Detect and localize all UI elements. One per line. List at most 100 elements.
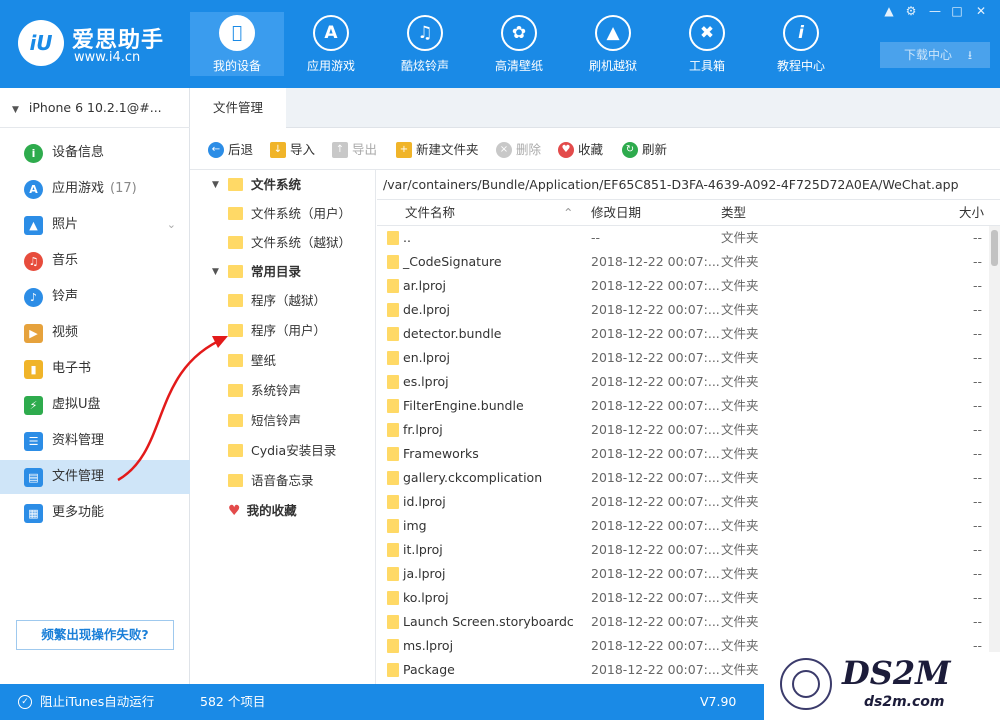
nav-wallpapers[interactable]: ✿ 高清壁纸 — [472, 12, 566, 76]
table-row[interactable]: FilterEngine.bundle 2018-12-22 00:07:... 文… — [377, 394, 989, 418]
export-button[interactable]: ↑ 导出 — [332, 140, 377, 160]
col-size[interactable]: 大小 — [959, 200, 984, 226]
nav-tutorials[interactable]: i 教程中心 — [754, 12, 848, 76]
tree-label: 系统铃声 — [251, 383, 302, 398]
table-row[interactable]: .. -- 文件夹 -- — [377, 226, 989, 250]
device-selector[interactable]: ▼ iPhone 6 10.2.1@#... — [0, 88, 190, 128]
block-itunes-toggle[interactable]: ✓ 阻止iTunes自动运行 — [0, 684, 190, 720]
table-row[interactable]: es.lproj 2018-12-22 00:07:... 文件夹 -- — [377, 370, 989, 394]
new-folder-button[interactable]: + 新建文件夹 — [396, 140, 479, 160]
sidebar-item-music[interactable]: ♫ 音乐 — [0, 244, 190, 278]
table-row[interactable]: detector.bundle 2018-12-22 00:07:... 文件夹 -- — [377, 322, 989, 346]
nav-ringtones[interactable]: ♫ 酷炫铃声 — [378, 12, 472, 76]
col-name[interactable]: 文件名称 — [405, 200, 455, 226]
settings-icon[interactable]: ⚙ — [902, 2, 920, 20]
file-name: id.lproj — [403, 494, 446, 509]
table-row[interactable]: id.lproj 2018-12-22 00:07:... 文件夹 -- — [377, 490, 989, 514]
table-row[interactable]: _CodeSignature 2018-12-22 00:07:... 文件夹 -- — [377, 250, 989, 274]
col-date[interactable]: 修改日期 — [591, 200, 641, 226]
sidebar-item-more[interactable]: ▦ 更多功能 — [0, 496, 190, 530]
contacts-icon: ☰ — [24, 432, 43, 451]
tools-icon: ✖ — [689, 15, 725, 51]
file-size: -- — [973, 542, 983, 557]
sidebar-item-device-info[interactable]: i 设备信息 — [0, 136, 190, 170]
file-name: ms.lproj — [403, 638, 454, 653]
tree-node-fav[interactable]: ♥ 我的收藏 — [228, 496, 297, 526]
path-bar[interactable]: /var/containers/Bundle/Application/EF65C… — [377, 170, 1000, 200]
sidebar-item-ebooks[interactable]: ▮ 电子书 — [0, 352, 190, 386]
chevron-down-icon[interactable]: ⌄ — [167, 208, 176, 242]
file-name: Package — [403, 662, 455, 677]
table-row[interactable]: ja.lproj 2018-12-22 00:07:... 文件夹 -- — [377, 562, 989, 586]
file-size: -- — [973, 494, 983, 509]
nav-my-device[interactable]:  我的设备 — [190, 12, 284, 76]
table-row[interactable]: ko.lproj 2018-12-22 00:07:... 文件夹 -- — [377, 586, 989, 610]
sidebar-item-apps[interactable]: A 应用游戏 (17) — [0, 172, 190, 206]
file-type: 文件夹 — [721, 518, 759, 533]
collapse-arrow-icon[interactable]: ▼ — [212, 257, 219, 287]
table-row[interactable]: img 2018-12-22 00:07:... 文件夹 -- — [377, 514, 989, 538]
tree-node-app-jb[interactable]: 程序（越狱） — [228, 286, 326, 316]
sidebar-item-data[interactable]: ☰ 资料管理 — [0, 424, 190, 458]
table-row[interactable]: de.lproj 2018-12-22 00:07:... 文件夹 -- — [377, 298, 989, 322]
close-icon[interactable]: ✕ — [972, 2, 990, 20]
tree-node-memo[interactable]: 语音备忘录 — [228, 466, 314, 496]
sidebar-item-files[interactable]: ▤ 文件管理 — [0, 460, 190, 494]
back-button[interactable]: ← 后退 — [208, 140, 253, 160]
delete-button[interactable]: × 删除 — [496, 140, 541, 160]
sidebar-item-udisk[interactable]: ⚡ 虚拟U盘 — [0, 388, 190, 422]
sidebar-item-photos[interactable]: ▲ 照片 ⌄ — [0, 208, 190, 242]
table-row[interactable]: Frameworks 2018-12-22 00:07:... 文件夹 -- — [377, 442, 989, 466]
scrollbar[interactable] — [989, 226, 1000, 684]
collapse-arrow-icon[interactable]: ▼ — [212, 170, 219, 200]
bell-icon: ♫ — [407, 15, 443, 51]
tree-node-sms[interactable]: 短信铃声 — [228, 406, 301, 436]
favorite-button[interactable]: ♥ 收藏 — [558, 140, 603, 160]
file-name: es.lproj — [403, 374, 449, 389]
book-icon: ▮ — [24, 360, 43, 379]
download-center-button[interactable]: 下载中心 ⭳ — [880, 42, 990, 68]
delete-label: 删除 — [516, 142, 542, 157]
tree-node-fs[interactable]: ▼ 文件系统 — [212, 170, 301, 200]
tree-node-cydia[interactable]: Cydia安装目录 — [228, 436, 336, 466]
file-date: 2018-12-22 00:07:... — [591, 446, 720, 461]
sidebar-item-videos[interactable]: ▶ 视频 — [0, 316, 190, 350]
sidebar-item-label: 更多功能 — [52, 505, 105, 520]
sort-up-icon: ⌃ — [563, 205, 574, 220]
file-size: -- — [973, 326, 983, 341]
tree-node-app-user[interactable]: 程序（用户） — [228, 316, 326, 346]
refresh-button[interactable]: ↻ 刷新 — [622, 140, 667, 160]
sidebar-item-ringtones[interactable]: ♪ 铃声 — [0, 280, 190, 314]
nav-label: 我的设备 — [212, 59, 261, 73]
tree-node-ringtone[interactable]: 系统铃声 — [228, 376, 301, 406]
file-type: 文件夹 — [721, 446, 759, 461]
nav-toolbox[interactable]: ✖ 工具箱 — [660, 12, 754, 76]
shirt-icon[interactable]: ▲ — [880, 2, 898, 20]
help-button[interactable]: 频繁出现操作失败? — [16, 620, 174, 650]
import-button[interactable]: ↓ 导入 — [270, 140, 315, 160]
table-row[interactable]: gallery.ckcomplication 2018-12-22 00:07:.… — [377, 466, 989, 490]
table-row[interactable]: ar.lproj 2018-12-22 00:07:... 文件夹 -- — [377, 274, 989, 298]
nav-apps-games[interactable]: A 应用游戏 — [284, 12, 378, 76]
folder-icon — [387, 231, 399, 245]
tree-node-fs-user[interactable]: 文件系统（用户） — [228, 199, 351, 229]
tree-node-wallpaper[interactable]: 壁纸 — [228, 346, 276, 376]
file-type: 文件夹 — [721, 614, 759, 629]
tree-label: Cydia安装目录 — [251, 443, 337, 458]
nav-flash-jailbreak[interactable]: ▲ 刷机越狱 — [566, 12, 660, 76]
tree-node-common[interactable]: ▼ 常用目录 — [212, 257, 301, 287]
folder-icon — [228, 384, 243, 397]
table-row[interactable]: en.lproj 2018-12-22 00:07:... 文件夹 -- — [377, 346, 989, 370]
music-icon: ♫ — [24, 252, 43, 271]
tree-node-fs-jb[interactable]: 文件系统（越狱） — [228, 228, 351, 258]
minimize-icon[interactable]: — — [926, 2, 944, 20]
file-type: 文件夹 — [721, 638, 759, 653]
table-row[interactable]: fr.lproj 2018-12-22 00:07:... 文件夹 -- — [377, 418, 989, 442]
tab-file-manager[interactable]: 文件管理 — [190, 88, 286, 128]
scroll-thumb[interactable] — [991, 230, 998, 266]
maximize-icon[interactable]: □ — [948, 2, 966, 20]
table-row[interactable]: Launch Screen.storyboardc 2018-12-22 00:0… — [377, 610, 989, 634]
col-type[interactable]: 类型 — [721, 200, 746, 226]
table-row[interactable]: it.lproj 2018-12-22 00:07:... 文件夹 -- — [377, 538, 989, 562]
delete-icon: × — [496, 142, 512, 158]
